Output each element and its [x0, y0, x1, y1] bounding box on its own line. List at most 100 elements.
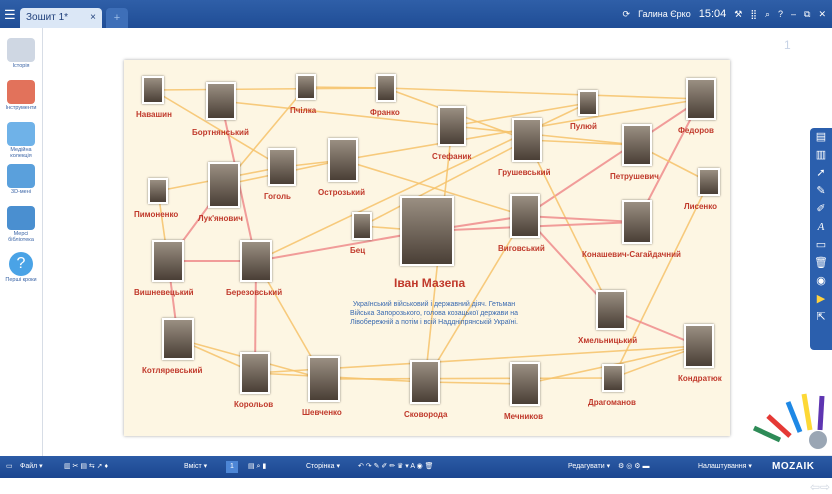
- help-icon[interactable]: ?: [778, 9, 783, 19]
- tools-group-icons[interactable]: ▥ ✂ ▤ ⇆ ➚ ♦: [64, 456, 108, 478]
- portrait-shevchenko[interactable]: [308, 356, 340, 402]
- page-menu[interactable]: Сторінка ▾: [306, 456, 340, 478]
- user-area: ⟳ Галина Єрко 15:04 ⚒ ⣿ ⌕ ? – ⧉ ✕: [623, 4, 826, 24]
- record-icon[interactable]: ◉: [810, 272, 832, 290]
- sidebar-item-tools[interactable]: Інструменти: [2, 80, 40, 111]
- portrait-lukianovych[interactable]: [208, 162, 240, 208]
- pointer-icon[interactable]: ➚: [810, 164, 832, 182]
- restore-icon[interactable]: ⧉: [804, 9, 810, 20]
- pencil-cup-decoration: [752, 393, 832, 456]
- portrait-pymonenko[interactable]: [148, 178, 168, 204]
- sidebar-item-library[interactable]: Мерсі бібліотека: [2, 206, 40, 243]
- portrait-vyshnevetskyi[interactable]: [152, 240, 184, 282]
- marker-icon[interactable]: ✐: [810, 200, 832, 218]
- search-icon[interactable]: ⌕: [765, 9, 770, 20]
- sync-icon[interactable]: ⟳: [623, 9, 631, 20]
- sidebar-item-first-steps[interactable]: ? Перші кроки: [2, 252, 40, 283]
- portrait-ostrozkyi[interactable]: [328, 138, 358, 182]
- sidebar-item-history[interactable]: Історія: [2, 38, 40, 69]
- portrait-kotliarevskyi[interactable]: [162, 318, 194, 360]
- drawing-tools-icons[interactable]: ↶ ↷ ✎ ✐ ✏ ♛ ▾ A ◉ 🗑: [358, 456, 434, 478]
- person-name-kotliarevskyi: Котляревський: [142, 366, 203, 375]
- person-name-vyshnevetskyi: Вишневецький: [134, 288, 194, 297]
- person-name-konashevych: Конашевич-Сагайдачний: [582, 250, 681, 259]
- settings-menu[interactable]: Налаштування ▾: [698, 456, 752, 478]
- page-canvas[interactable]: Навашин Бортнянський Пчілка Франко Пулюй Федо…: [124, 60, 830, 494]
- page-icon[interactable]: ▥: [810, 146, 832, 164]
- document-icon[interactable]: ▤: [810, 128, 832, 146]
- add-tab-button[interactable]: +: [106, 8, 128, 28]
- portrait-fedorov[interactable]: [686, 78, 716, 120]
- connection-line: [305, 86, 387, 89]
- pen-icon[interactable]: ✎: [810, 182, 832, 200]
- portrait-hrushevskyi[interactable]: [512, 118, 542, 162]
- person-name-petrushevych: Петрушевич: [610, 172, 659, 181]
- portrait-stefanyk[interactable]: [438, 106, 466, 146]
- portrait-skovoroda[interactable]: [410, 360, 440, 404]
- portrait-drahomanov[interactable]: [602, 364, 624, 392]
- page-nav-arrows[interactable]: ⇦⇨: [810, 480, 830, 494]
- trash-bin-icon[interactable]: [809, 431, 827, 449]
- insert-menu[interactable]: Вміст ▾: [184, 456, 207, 478]
- portrait-mazepa[interactable]: [400, 196, 454, 266]
- portrait-pchilka[interactable]: [296, 74, 316, 100]
- portrait-petrushevych[interactable]: [622, 124, 652, 166]
- portrait-puliui[interactable]: [578, 90, 598, 116]
- tab-label: Зошит 1*: [26, 12, 69, 23]
- person-name-lysenko: Лисенко: [684, 202, 718, 211]
- portrait-bets[interactable]: [352, 212, 372, 240]
- sidebar-item-label: Історія: [12, 63, 30, 69]
- close-icon[interactable]: ✕: [818, 9, 826, 20]
- eraser-icon[interactable]: ▭: [810, 236, 832, 254]
- person-name-navashyn: Навашин: [136, 110, 172, 119]
- portrait-bortnianskyi[interactable]: [206, 82, 236, 120]
- portrait-lysenko[interactable]: [698, 168, 720, 196]
- play-icon[interactable]: ▶: [810, 290, 832, 308]
- museum-icon: [7, 38, 35, 62]
- help-icon: ?: [9, 252, 33, 276]
- portrait-vyhovskyi[interactable]: [510, 194, 540, 238]
- page-tools-icons[interactable]: ▤ ⌕ ▮: [248, 456, 266, 478]
- connection-line: [323, 377, 614, 380]
- portrait-konashevych[interactable]: [622, 200, 652, 244]
- bottom-toolbar: ▭ Файл ▾ ▥ ✂ ▤ ⇆ ➚ ♦ Вміст ▾ 1 ▤ ⌕ ▮ Сто…: [0, 456, 832, 478]
- person-name-koroliov: Корольов: [234, 400, 274, 409]
- portrait-koroliov[interactable]: [240, 352, 270, 394]
- mozaik-logo: MOZAIK: [772, 461, 815, 472]
- connection-line: [385, 87, 702, 100]
- tab-notebook[interactable]: Зошит 1* ×: [20, 8, 102, 28]
- portrait-mechnykov[interactable]: [510, 362, 540, 406]
- grid-icon[interactable]: ⣿: [750, 9, 757, 20]
- screen-icon[interactable]: ▭: [6, 456, 13, 478]
- trash-icon[interactable]: 🗑: [810, 254, 832, 272]
- page-number-field[interactable]: 1: [226, 461, 238, 473]
- person-name-khmelnytskyi: Хмельницький: [578, 336, 638, 345]
- hamburger-icon[interactable]: ☰: [4, 7, 16, 23]
- page-number-indicator: 1: [784, 38, 791, 52]
- portrait-navashyn[interactable]: [142, 76, 164, 104]
- text-icon[interactable]: A: [810, 218, 832, 236]
- person-name-pchilka: Пчілка: [290, 106, 317, 115]
- tools-icon[interactable]: ⚒: [734, 9, 742, 20]
- portrait-franko[interactable]: [376, 74, 396, 102]
- sidebar-item-media[interactable]: Медійна колекція: [2, 122, 40, 159]
- portrait-berezovskyi[interactable]: [240, 240, 272, 282]
- tab-close-icon[interactable]: ×: [90, 8, 96, 28]
- sidebar-item-label: Мерсі бібліотека: [8, 231, 34, 243]
- media-icon: [7, 122, 35, 146]
- person-name-stefanyk: Стефаник: [432, 152, 472, 161]
- minimize-icon[interactable]: –: [791, 9, 796, 19]
- portrait-kondratiuk[interactable]: [684, 324, 714, 368]
- sidebar: Історія Інструменти Медійна колекція 3D-…: [0, 28, 42, 456]
- sidebar-item-3d[interactable]: 3D-мені: [2, 164, 40, 195]
- user-name[interactable]: Галина Єрко: [638, 9, 691, 19]
- file-menu[interactable]: Файл ▾: [20, 456, 43, 478]
- person-name-hohol: Гоголь: [264, 192, 291, 201]
- person-name-skovoroda: Сковорода: [404, 410, 448, 419]
- person-name-bortnianskyi: Бортнянський: [192, 128, 249, 137]
- portrait-khmelnytskyi[interactable]: [596, 290, 626, 330]
- portrait-hohol[interactable]: [268, 148, 296, 186]
- share-icon[interactable]: ⇱: [810, 308, 832, 326]
- settings-icons[interactable]: ⚙ ◎ ⚙ ▬: [618, 456, 650, 478]
- edit-menu[interactable]: Редагувати ▾: [568, 456, 610, 478]
